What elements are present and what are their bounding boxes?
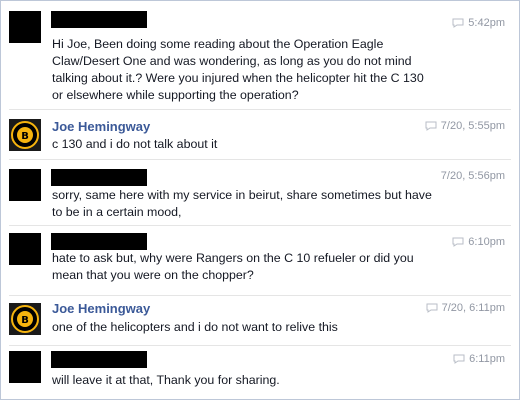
chat-bubble-icon (453, 354, 465, 364)
message-text: c 130 and i do not talk about it (52, 137, 218, 151)
timestamp-text: 6:10pm (468, 236, 505, 248)
svg-text:B: B (21, 131, 29, 142)
chat-bubble-icon (452, 237, 464, 247)
sender-name[interactable]: Joe Hemingway (52, 119, 150, 134)
redacted-sender-name (51, 233, 147, 250)
message-item: B Joe Hemingway 7/20, 5:55pm c 130 and i… (1, 109, 519, 159)
message-item: B Joe Hemingway 7/20, 6:11pm one of the … (1, 295, 519, 345)
message-text: Hi Joe, Been doing some reading about th… (52, 37, 424, 102)
avatar[interactable]: B (9, 303, 41, 335)
message-timestamp: 5:42pm (452, 17, 505, 29)
chat-bubble-icon (425, 121, 437, 131)
redacted-sender-name (51, 169, 147, 186)
timestamp-text: 7/20, 6:11pm (441, 302, 505, 314)
message-timestamp: 7/20, 6:11pm (426, 302, 505, 314)
message-item: 5:42pm Hi Joe, Been doing some reading a… (1, 1, 519, 109)
message-timestamp: 6:10pm (452, 236, 505, 248)
message-timestamp: 7/20, 5:56pm (441, 170, 505, 182)
message-text: hate to ask but, why were Rangers on the… (52, 251, 414, 282)
avatar-redacted[interactable] (9, 351, 41, 383)
redacted-sender-name (51, 351, 147, 368)
message-timestamp: 6:11pm (453, 353, 505, 365)
chat-bubble-icon (426, 303, 438, 313)
sender-name[interactable]: Joe Hemingway (52, 301, 150, 316)
chat-bubble-icon (452, 18, 464, 28)
timestamp-text: 7/20, 5:55pm (440, 120, 505, 132)
timestamp-text: 6:11pm (469, 353, 505, 365)
timestamp-text: 7/20, 5:56pm (440, 170, 505, 182)
redacted-sender-name (51, 11, 147, 28)
avatar-redacted[interactable] (9, 233, 41, 265)
message-text: sorry, same here with my service in beir… (52, 188, 432, 219)
message-text: one of the helicopters and i do not want… (52, 320, 338, 334)
bruins-logo-icon: B (11, 121, 39, 149)
message-item: 7/20, 5:56pm sorry, same here with my se… (1, 159, 519, 225)
timestamp-text: 5:42pm (468, 17, 505, 29)
avatar[interactable]: B (9, 119, 41, 151)
message-text: will leave it at that, Thank you for sha… (52, 373, 280, 387)
message-timestamp: 7/20, 5:55pm (425, 120, 505, 132)
svg-text:B: B (21, 315, 29, 326)
message-thread: 5:42pm Hi Joe, Been doing some reading a… (0, 0, 520, 400)
message-item: 6:11pm will leave it at that, Thank you … (1, 345, 519, 399)
avatar-redacted[interactable] (9, 169, 41, 201)
bruins-logo-icon: B (11, 305, 39, 333)
message-item: 6:10pm hate to ask but, why were Rangers… (1, 225, 519, 295)
avatar-redacted[interactable] (9, 11, 41, 43)
